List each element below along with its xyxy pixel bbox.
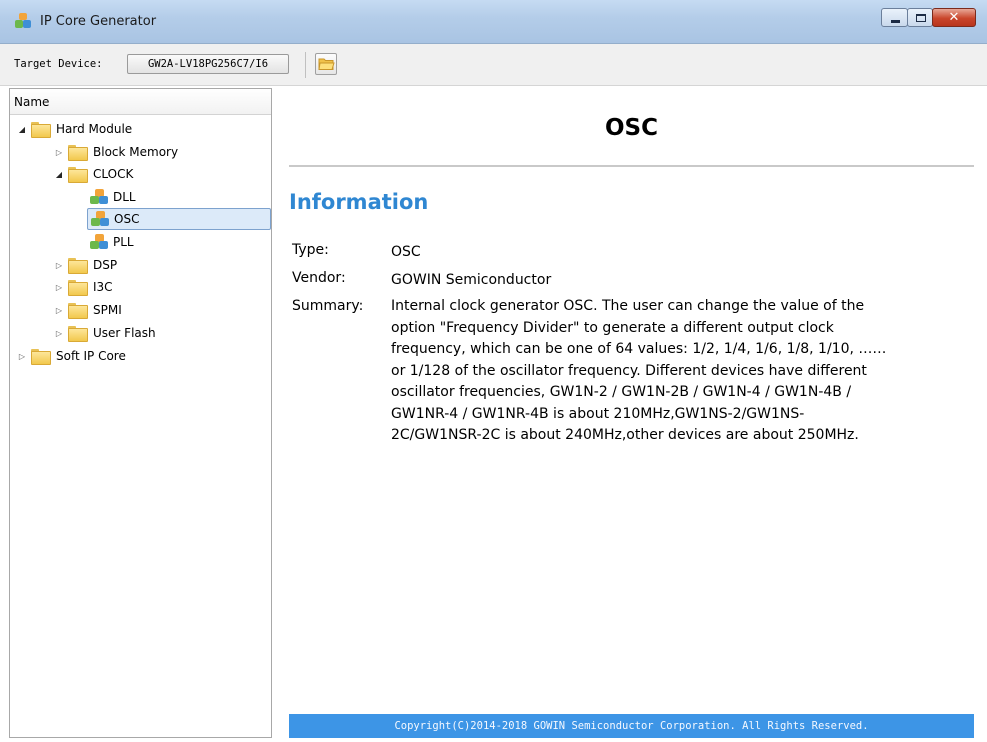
tree-item-label: Block Memory bbox=[93, 145, 179, 159]
tree-item-label: DLL bbox=[113, 190, 136, 204]
folder-icon bbox=[68, 303, 88, 319]
collapsed-arrow-icon[interactable]: ▷ bbox=[15, 352, 29, 361]
toolbar: Target Device: GW2A-LV18PG256C7/I6 bbox=[0, 44, 987, 86]
target-device-button[interactable]: GW2A-LV18PG256C7/I6 bbox=[127, 54, 289, 74]
title-bar: IP Core Generator ✕ bbox=[0, 0, 987, 44]
summary-line: option "Frequency Divider" to generate a… bbox=[391, 319, 834, 336]
close-button[interactable]: ✕ bbox=[932, 8, 976, 27]
summary-line: Internal clock generator OSC. The user c… bbox=[391, 298, 865, 314]
folder-icon bbox=[68, 280, 88, 296]
folder-open-icon bbox=[68, 167, 88, 183]
target-device-label: Target Device: bbox=[14, 58, 103, 70]
summary-text: Internal clock generator OSC. The user c… bbox=[391, 296, 971, 447]
type-value: OSC bbox=[391, 244, 421, 260]
ip-core-app-icon bbox=[14, 12, 32, 30]
tree-item-label: Soft IP Core bbox=[56, 349, 126, 363]
summary-line: or 1/128 of the oscillator frequency. Di… bbox=[391, 362, 867, 379]
window-title: IP Core Generator bbox=[40, 14, 157, 29]
tree-item-pll[interactable]: PLL bbox=[90, 231, 134, 253]
vendor-value: GOWIN Semiconductor bbox=[391, 272, 552, 288]
tree-item-dsp[interactable]: ▷ DSP bbox=[52, 254, 117, 276]
collapsed-arrow-icon[interactable]: ▷ bbox=[52, 283, 66, 292]
summary-line: oscillator frequencies, GW1N-2 / GW1N-2B… bbox=[391, 384, 852, 400]
tree-item-osc[interactable]: OSC bbox=[87, 208, 271, 230]
tree-item-spmi[interactable]: ▷ SPMI bbox=[52, 299, 122, 321]
tree-item-block-memory[interactable]: ▷ Block Memory bbox=[52, 141, 178, 163]
tree-item-hard-module[interactable]: ◢ Hard Module bbox=[15, 118, 132, 140]
vendor-label: Vendor: bbox=[292, 270, 346, 286]
tree-item-label: User Flash bbox=[93, 326, 156, 340]
tree-item-label: DSP bbox=[93, 258, 118, 272]
summary-line: GW1NR-4 / GW1NR-4B is about 210MHz,GW1NS… bbox=[391, 405, 805, 422]
tree-item-label: CLOCK bbox=[93, 167, 134, 181]
tree-item-clock[interactable]: ◢ CLOCK bbox=[52, 163, 133, 185]
type-label: Type: bbox=[292, 242, 329, 258]
summary-label: Summary: bbox=[292, 298, 364, 314]
open-folder-button[interactable] bbox=[315, 53, 337, 75]
folder-icon bbox=[68, 258, 88, 274]
minimize-icon bbox=[891, 20, 900, 23]
summary-line: 2C/GW1NSR-2C is about 240MHz,other devic… bbox=[391, 427, 859, 443]
ip-core-icon bbox=[91, 211, 109, 227]
minimize-button[interactable] bbox=[881, 8, 908, 27]
tree-item-label: PLL bbox=[113, 235, 134, 249]
folder-icon bbox=[31, 349, 51, 365]
tree-item-label: OSC bbox=[114, 212, 140, 226]
tree-item-label: SPMI bbox=[93, 303, 122, 317]
collapsed-arrow-icon[interactable]: ▷ bbox=[52, 261, 66, 270]
tree-item-user-flash[interactable]: ▷ User Flash bbox=[52, 322, 156, 344]
ip-tree-panel: Name ◢ Hard Module ▷ Block Memory ◢ CLOC… bbox=[9, 88, 272, 738]
summary-line: frequency, which can be one of 64 values… bbox=[391, 341, 887, 357]
title-divider bbox=[289, 165, 974, 167]
tree-column-header-name[interactable]: Name bbox=[10, 89, 271, 115]
expanded-arrow-icon[interactable]: ◢ bbox=[15, 125, 29, 134]
ip-core-icon bbox=[90, 189, 108, 205]
folder-open-icon bbox=[31, 122, 51, 138]
copyright-footer: Copyright(C)2014-2018 GOWIN Semiconducto… bbox=[289, 714, 974, 738]
maximize-icon bbox=[916, 14, 926, 22]
close-icon: ✕ bbox=[948, 10, 960, 25]
ip-core-icon bbox=[90, 234, 108, 250]
tree-item-i3c[interactable]: ▷ I3C bbox=[52, 276, 113, 298]
folder-icon bbox=[68, 145, 88, 161]
folder-icon bbox=[68, 326, 88, 342]
collapsed-arrow-icon[interactable]: ▷ bbox=[52, 306, 66, 315]
information-heading: Information bbox=[289, 190, 429, 214]
ip-info-panel: OSC Information Type: OSC Vendor: GOWIN … bbox=[289, 88, 974, 738]
page-title: OSC bbox=[605, 115, 658, 141]
tree-item-soft-ip-core[interactable]: ▷ Soft IP Core bbox=[15, 345, 126, 367]
expanded-arrow-icon[interactable]: ◢ bbox=[52, 170, 66, 179]
toolbar-separator bbox=[305, 52, 306, 78]
tree-item-label: Hard Module bbox=[56, 122, 133, 136]
folder-open-icon bbox=[318, 58, 335, 70]
tree-item-dll[interactable]: DLL bbox=[90, 186, 136, 208]
collapsed-arrow-icon[interactable]: ▷ bbox=[52, 148, 66, 157]
maximize-button[interactable] bbox=[907, 8, 933, 27]
tree-item-label: I3C bbox=[93, 280, 113, 294]
collapsed-arrow-icon[interactable]: ▷ bbox=[52, 329, 66, 338]
